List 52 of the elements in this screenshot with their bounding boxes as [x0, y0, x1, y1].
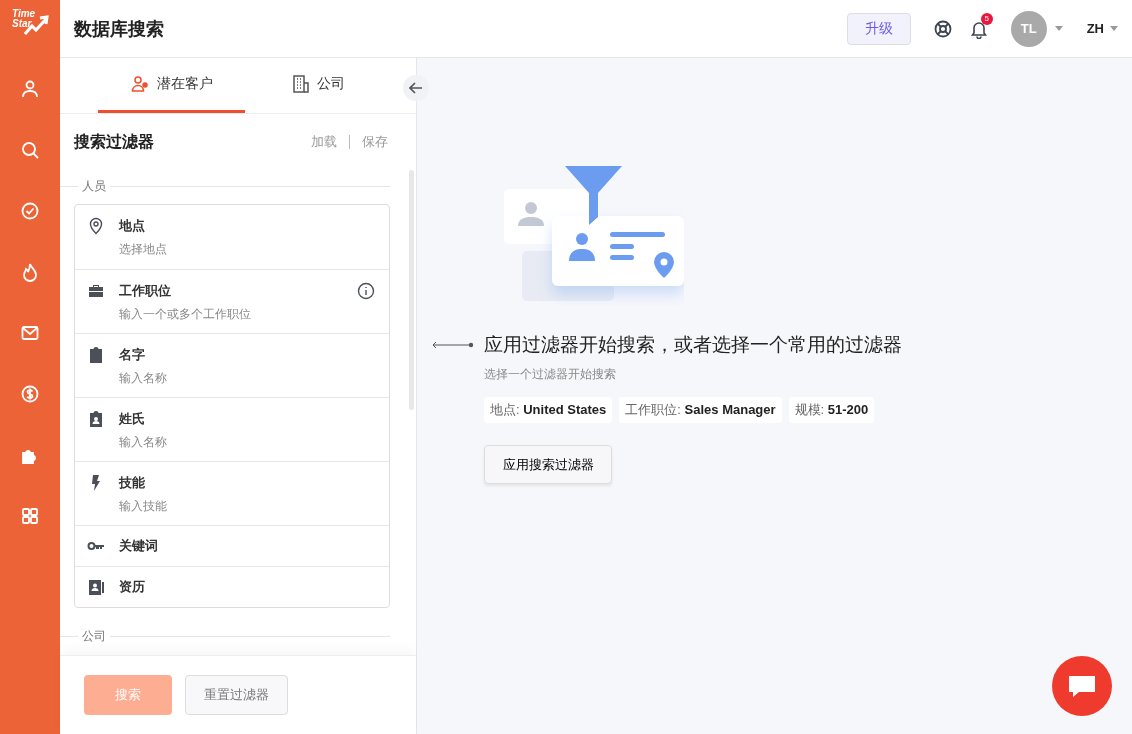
filter-chip[interactable]: 规模: 51-200	[788, 397, 875, 423]
section-label: 公司	[81, 627, 107, 645]
reset-filters-button[interactable]: 重置过滤器	[185, 675, 288, 715]
filter-row[interactable]: 工作职位 输入一个或多个工作职位	[75, 269, 389, 333]
caret-icon[interactable]	[1054, 26, 1063, 31]
tab[interactable]: 潜在客户	[98, 58, 245, 113]
filter-label: 资历	[119, 578, 146, 596]
language-selector[interactable]: ZH	[1086, 21, 1104, 36]
upgrade-button[interactable]: 升级	[846, 12, 911, 45]
filter-row[interactable]: 地点 选择地点	[75, 205, 389, 269]
filter-chip[interactable]: 地点: United States	[484, 397, 613, 423]
filter-placeholder: 输入名称	[119, 370, 168, 387]
filter-chip[interactable]: 工作职位: Sales Manager	[619, 397, 782, 423]
caret-icon[interactable]	[1110, 26, 1118, 31]
filter-row[interactable]: 资历	[75, 566, 389, 607]
filter-placeholder: 输入技能	[119, 498, 168, 515]
info-icon[interactable]	[357, 282, 375, 300]
collapse-button[interactable]	[403, 75, 429, 101]
notification-count: 5	[980, 12, 993, 25]
filter-row[interactable]: 名字 输入名称	[75, 333, 389, 397]
empty-state-subheading: 选择一个过滤器开始搜索	[484, 366, 616, 383]
contact-card-icon	[87, 578, 105, 596]
filter-label: 工作职位	[119, 282, 172, 300]
briefcase-icon	[87, 282, 105, 300]
left-arrow-icon	[409, 82, 423, 94]
chat-bubble-icon	[1067, 673, 1097, 699]
filter-label: 地点	[119, 217, 146, 235]
filter-label: 关键词	[119, 537, 159, 555]
panel-title: 搜索过滤器	[74, 131, 154, 152]
help-icon[interactable]	[932, 18, 953, 39]
filter-label: 名字	[119, 346, 146, 364]
clipboard-icon	[87, 346, 105, 364]
tab[interactable]: 公司	[245, 58, 392, 113]
chat-button[interactable]	[1052, 656, 1112, 716]
empty-state-heading: 应用过滤器开始搜索，或者选择一个常用的过滤器	[484, 333, 902, 357]
filter-row[interactable]: 姓氏 输入名称	[75, 397, 389, 461]
page-title: 数据库搜索	[74, 17, 164, 41]
filter-label: 姓氏	[119, 410, 146, 428]
double-arrow-line-icon	[432, 341, 474, 349]
building-icon	[292, 75, 309, 93]
filter-placeholder: 输入名称	[119, 434, 168, 451]
filter-placeholder: 选择地点	[119, 241, 168, 258]
logo-text: Time Star	[12, 9, 36, 29]
apply-filters-button[interactable]: 应用搜索过滤器	[484, 445, 612, 484]
filter-placeholder: 输入一个或多个工作职位	[119, 306, 252, 323]
filter-row[interactable]: 关键词	[75, 525, 389, 566]
section-label: 人员	[81, 177, 107, 195]
id-badge-icon	[87, 410, 105, 428]
location-pin-icon	[87, 217, 105, 235]
filter-label: 技能	[119, 474, 146, 492]
people-icon	[130, 75, 149, 93]
filter-row[interactable]: 技能 输入技能	[75, 461, 389, 525]
